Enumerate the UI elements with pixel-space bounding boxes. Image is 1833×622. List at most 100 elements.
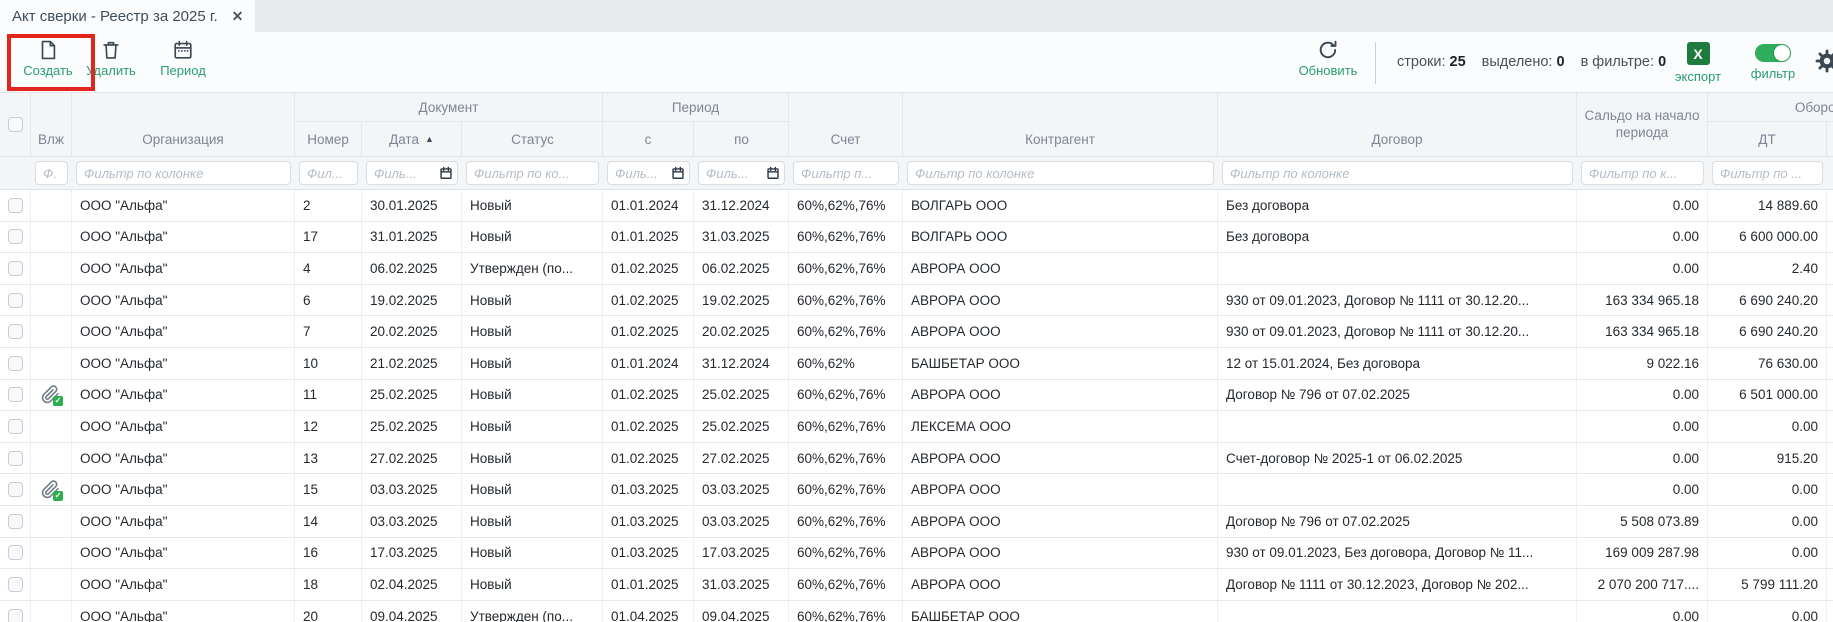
column-header-counterparty[interactable]: Контрагент <box>903 93 1218 156</box>
cell-to[interactable]: 06.02.2025 <box>694 253 789 284</box>
cell-dt[interactable]: 2.40 <box>1708 253 1827 284</box>
cell-status[interactable]: Новый <box>462 380 603 411</box>
cell-date[interactable]: 31.01.2025 <box>362 222 462 253</box>
cell-date[interactable]: 09.04.2025 <box>362 601 462 622</box>
cell-org[interactable]: ООО "Альфа" <box>72 411 295 442</box>
cell-account[interactable]: 60%,62%,76% <box>789 474 903 505</box>
column-header-vlzh[interactable]: Влж <box>31 93 72 156</box>
cell-contract[interactable] <box>1218 253 1577 284</box>
cell-date[interactable]: 06.02.2025 <box>362 253 462 284</box>
cell-org[interactable]: ООО "Альфа" <box>72 443 295 474</box>
cell-counterparty[interactable]: АВРОРА ООО <box>903 316 1218 347</box>
cell-account[interactable]: 60%,62%,76% <box>789 569 903 600</box>
cell-contract[interactable]: 930 от 09.01.2023, Договор № 1111 от 30.… <box>1218 316 1577 347</box>
cell-balance[interactable]: 163 334 965.18 <box>1577 316 1708 347</box>
cell-account[interactable]: 60%,62%,76% <box>789 411 903 442</box>
filter-input-dt[interactable] <box>1712 161 1823 185</box>
cell-account[interactable]: 60%,62%,76% <box>789 253 903 284</box>
cell-dt[interactable]: 6 690 240.20 <box>1708 316 1827 347</box>
filter-input-number[interactable] <box>299 161 358 185</box>
column-header-to[interactable]: по <box>694 122 789 156</box>
cell-dt[interactable]: 5 799 111.20 <box>1708 569 1827 600</box>
cell-number[interactable]: 17 <box>295 222 362 253</box>
cell-status[interactable]: Новый <box>462 222 603 253</box>
cell-balance[interactable]: 163 334 965.18 <box>1577 285 1708 316</box>
cell-org[interactable]: ООО "Альфа" <box>72 601 295 622</box>
cell-from[interactable]: 01.01.2025 <box>603 569 694 600</box>
cell-to[interactable]: 17.03.2025 <box>694 538 789 569</box>
cell-balance[interactable]: 0.00 <box>1577 380 1708 411</box>
cell-balance[interactable]: 0.00 <box>1577 190 1708 221</box>
cell-org[interactable]: ООО "Альфа" <box>72 190 295 221</box>
filter-input-from[interactable] <box>607 161 690 185</box>
row-checkbox[interactable] <box>8 229 23 244</box>
cell-from[interactable]: 01.03.2025 <box>603 506 694 537</box>
cell-date[interactable]: 02.04.2025 <box>362 569 462 600</box>
table-row[interactable]: ООО "Альфа"1731.01.2025Новый01.01.202531… <box>0 222 1833 254</box>
cell-counterparty[interactable]: ВОЛГАРЬ ООО <box>903 222 1218 253</box>
cell-date[interactable]: 03.03.2025 <box>362 474 462 505</box>
filter-input-counterparty[interactable] <box>907 161 1214 185</box>
cell-org[interactable]: ООО "Альфа" <box>72 348 295 379</box>
table-row[interactable]: ООО "Альфа"1327.02.2025Новый01.02.202527… <box>0 443 1833 475</box>
cell-to[interactable]: 03.03.2025 <box>694 474 789 505</box>
cell-counterparty[interactable]: АВРОРА ООО <box>903 569 1218 600</box>
column-header-org[interactable]: Организация <box>72 93 295 156</box>
table-row[interactable]: ✓ООО "Альфа"1503.03.2025Новый01.03.20250… <box>0 474 1833 506</box>
cell-from[interactable]: 01.02.2025 <box>603 411 694 442</box>
cell-from[interactable]: 01.04.2025 <box>603 601 694 622</box>
cell-contract[interactable]: Без договора <box>1218 190 1577 221</box>
row-checkbox[interactable] <box>8 293 23 308</box>
cell-number[interactable]: 13 <box>295 443 362 474</box>
cell-status[interactable]: Новый <box>462 348 603 379</box>
cell-from[interactable]: 01.03.2025 <box>603 538 694 569</box>
cell-contract[interactable]: Без договора <box>1218 222 1577 253</box>
cell-balance[interactable]: 0.00 <box>1577 443 1708 474</box>
row-checkbox[interactable] <box>8 609 23 622</box>
filter-input-date[interactable] <box>366 161 458 185</box>
cell-number[interactable]: 7 <box>295 316 362 347</box>
export-button[interactable]: X экспорт <box>1670 42 1726 84</box>
cell-date[interactable]: 25.02.2025 <box>362 380 462 411</box>
tab-close-icon[interactable]: ✕ <box>232 8 244 25</box>
cell-dt[interactable]: 0.00 <box>1708 601 1827 622</box>
cell-from[interactable]: 01.02.2025 <box>603 380 694 411</box>
cell-from[interactable]: 01.02.2025 <box>603 285 694 316</box>
cell-contract[interactable]: Договор № 796 от 07.02.2025 <box>1218 506 1577 537</box>
cell-org[interactable]: ООО "Альфа" <box>72 222 295 253</box>
cell-to[interactable]: 31.12.2024 <box>694 348 789 379</box>
filter-toggle[interactable] <box>1755 44 1791 62</box>
row-checkbox[interactable] <box>8 324 23 339</box>
cell-counterparty[interactable]: АВРОРА ООО <box>903 538 1218 569</box>
cell-counterparty[interactable]: АВРОРА ООО <box>903 506 1218 537</box>
cell-org[interactable]: ООО "Альфа" <box>72 380 295 411</box>
cell-account[interactable]: 60%,62%,76% <box>789 222 903 253</box>
cell-to[interactable]: 25.02.2025 <box>694 380 789 411</box>
table-row[interactable]: ООО "Альфа"1403.03.2025Новый01.03.202503… <box>0 506 1833 538</box>
cell-balance[interactable]: 169 009 287.98 <box>1577 538 1708 569</box>
cell-contract[interactable] <box>1218 601 1577 622</box>
row-checkbox[interactable] <box>8 577 23 592</box>
cell-status[interactable]: Новый <box>462 538 603 569</box>
cell-to[interactable]: 03.03.2025 <box>694 506 789 537</box>
column-header-dt[interactable]: ДТ <box>1708 122 1827 156</box>
cell-counterparty[interactable]: ВОЛГАРЬ ООО <box>903 190 1218 221</box>
cell-balance[interactable]: 0.00 <box>1577 222 1708 253</box>
cell-from[interactable]: 01.01.2024 <box>603 348 694 379</box>
cell-from[interactable]: 01.03.2025 <box>603 474 694 505</box>
cell-date[interactable]: 30.01.2025 <box>362 190 462 221</box>
table-row[interactable]: ООО "Альфа"720.02.2025Новый01.02.202520.… <box>0 316 1833 348</box>
cell-date[interactable]: 20.02.2025 <box>362 316 462 347</box>
column-header-status[interactable]: Статус <box>462 122 603 156</box>
refresh-button[interactable]: Обновить <box>1298 39 1358 78</box>
column-header-date[interactable]: Дата▲ <box>362 122 462 156</box>
row-checkbox[interactable] <box>8 387 23 402</box>
cell-dt[interactable]: 6 600 000.00 <box>1708 222 1827 253</box>
cell-balance[interactable]: 0.00 <box>1577 253 1708 284</box>
cell-account[interactable]: 60%,62%,76% <box>789 538 903 569</box>
column-header-account[interactable]: Счет <box>789 93 903 156</box>
column-header-number[interactable]: Номер <box>295 122 362 156</box>
cell-date[interactable]: 25.02.2025 <box>362 411 462 442</box>
row-checkbox[interactable] <box>8 261 23 276</box>
cell-dt[interactable]: 0.00 <box>1708 538 1827 569</box>
